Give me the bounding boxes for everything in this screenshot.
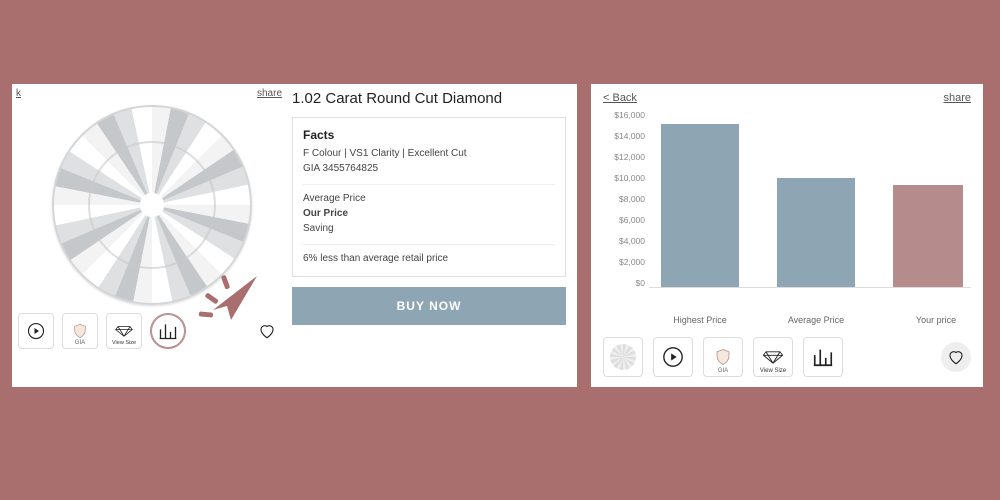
y-tick: $12,000 [614,152,645,162]
product-title: 1.02 Carat Round Cut Diamond [292,90,566,107]
view-size-thumb[interactable]: View Size [106,313,142,349]
diamond-mini-icon [610,344,636,370]
share-link[interactable]: share [943,92,971,104]
facts-heading: Facts [303,126,555,144]
price-chart-panel: < Back share $16,000 $14,000 $12,000 $10… [591,84,983,387]
wishlist-button[interactable] [941,342,971,372]
gia-badge-icon [72,323,88,339]
bar-chart-icon [812,346,834,368]
facts-cert: GIA 3455764825 [303,161,555,176]
product-panel: k share GIA View Size [12,84,577,387]
view-size-label: View Size [760,368,786,374]
bar-average-price [777,178,855,287]
y-tick: $14,000 [614,131,645,141]
y-tick: $6,000 [619,215,645,225]
play-icon [662,346,684,368]
buy-now-button[interactable]: BUY NOW [292,287,566,325]
bar-your-price [893,185,963,287]
play-icon [27,322,45,340]
wishlist-button[interactable] [252,316,282,346]
y-tick: $10,000 [614,173,645,183]
gia-badge-icon [714,348,732,366]
play-thumb[interactable] [18,313,54,349]
gia-thumb[interactable]: GIA [62,313,98,349]
avg-price-label: Average Price [303,191,555,206]
y-tick: $2,000 [619,257,645,267]
diamond-render [52,105,252,305]
thumb-row: GIA View Size [12,305,292,349]
chart-thumb[interactable] [803,337,843,377]
savings-note: 6% less than average retail price [303,244,555,266]
x-axis: Highest Price Average Price Your price [603,309,971,325]
y-tick: $0 [636,278,645,288]
diamond-outline-icon [115,325,133,337]
x-tick: Your price [901,315,971,325]
y-tick: $16,000 [614,110,645,120]
product-image [52,105,252,305]
share-link[interactable]: share [257,88,282,99]
back-link[interactable]: k [16,88,21,99]
y-axis: $16,000 $14,000 $12,000 $10,000 $8,000 $… [603,108,649,288]
our-price-label: Our Price [303,206,555,221]
heart-icon [947,348,965,366]
heart-icon [258,322,276,340]
y-tick: $4,000 [619,236,645,246]
saving-label: Saving [303,221,555,236]
x-tick: Highest Price [661,315,739,325]
x-tick: Average Price [777,315,855,325]
price-bar-chart: $16,000 $14,000 $12,000 $10,000 $8,000 $… [603,108,971,309]
play-thumb[interactable] [653,337,693,377]
bar-chart-icon [158,321,178,341]
plot-area [649,108,971,288]
back-link[interactable]: < Back [603,92,637,104]
gia-thumb[interactable]: GIA [703,337,743,377]
diamond-thumb[interactable] [603,337,643,377]
gia-label: GIA [75,340,85,346]
thumb-row: GIA View Size [603,325,971,377]
facts-box: Facts F Colour | VS1 Clarity | Excellent… [292,117,566,277]
y-tick: $8,000 [619,194,645,204]
gia-label: GIA [718,368,728,374]
chart-thumb[interactable] [150,313,186,349]
diamond-outline-icon [762,350,784,364]
view-size-thumb[interactable]: View Size [753,337,793,377]
facts-specs: F Colour | VS1 Clarity | Excellent Cut [303,146,555,161]
view-size-label: View Size [112,340,136,346]
bar-highest-price [661,124,739,287]
